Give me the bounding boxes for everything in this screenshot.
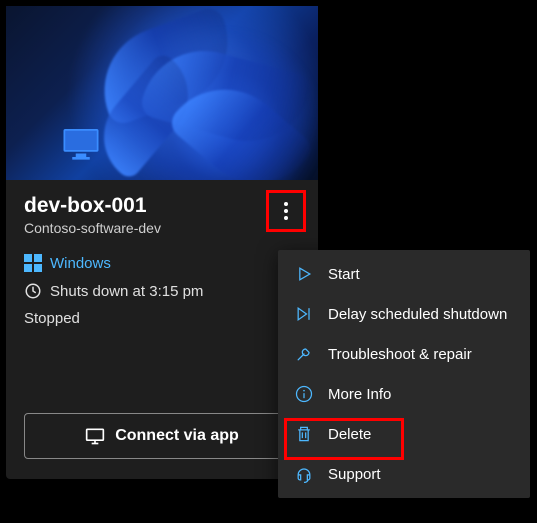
wrench-icon: [294, 344, 314, 364]
devbox-title: dev-box-001: [24, 194, 161, 218]
connect-button[interactable]: Connect via app: [24, 413, 300, 459]
clock-icon: [24, 282, 42, 300]
vertical-dots-icon: [284, 202, 288, 220]
monitor-icon: [60, 122, 102, 164]
menu-label: Troubleshoot & repair: [328, 346, 472, 363]
menu-item-moreinfo[interactable]: More Info: [278, 374, 530, 414]
shutdown-label: Shuts down at 3:15 pm: [50, 283, 203, 300]
windows-icon: [24, 254, 42, 272]
more-actions-button[interactable]: [272, 194, 300, 228]
devbox-card: dev-box-001 Contoso-software-dev Windows: [6, 6, 318, 479]
os-label: Windows: [50, 255, 111, 272]
menu-label: More Info: [328, 386, 391, 403]
menu-item-troubleshoot[interactable]: Troubleshoot & repair: [278, 334, 530, 374]
connect-label: Connect via app: [115, 427, 239, 445]
menu-label: Delete: [328, 426, 371, 443]
menu-label: Start: [328, 266, 360, 283]
headset-icon: [294, 464, 314, 484]
shutdown-row: Shuts down at 3:15 pm: [24, 282, 300, 300]
devbox-thumbnail: [6, 6, 318, 180]
trash-icon: [294, 424, 314, 444]
card-body: dev-box-001 Contoso-software-dev Windows: [6, 180, 318, 479]
play-icon: [294, 264, 314, 284]
menu-label: Delay scheduled shutdown: [328, 306, 507, 323]
menu-item-delay[interactable]: Delay scheduled shutdown: [278, 294, 530, 334]
menu-item-support[interactable]: Support: [278, 454, 530, 494]
desktop-icon: [85, 427, 105, 445]
context-menu: Start Delay scheduled shutdown Troublesh…: [278, 250, 530, 498]
info-icon: [294, 384, 314, 404]
play-next-icon: [294, 304, 314, 324]
menu-item-start[interactable]: Start: [278, 254, 530, 294]
status-label: Stopped: [24, 310, 300, 327]
os-row[interactable]: Windows: [24, 254, 300, 272]
menu-item-delete[interactable]: Delete: [278, 414, 530, 454]
menu-label: Support: [328, 466, 381, 483]
devbox-subtitle: Contoso-software-dev: [24, 220, 161, 236]
